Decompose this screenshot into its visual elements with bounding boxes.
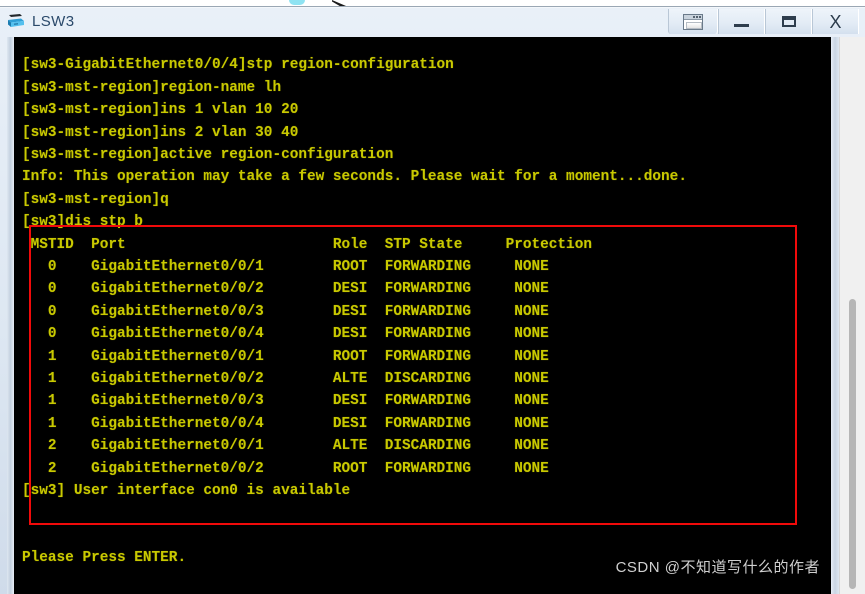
- terminal-right-bevel: [831, 37, 839, 594]
- top-cutoff-artifact: [0, 0, 865, 7]
- window-title: LSW3: [32, 12, 75, 30]
- window-titlebar[interactable]: LSW3 X: [0, 8, 865, 37]
- terminal-console[interactable]: [sw3-GigabitEthernet0/0/4]stp region-con…: [14, 37, 838, 594]
- minimize-icon: [734, 24, 749, 27]
- vertical-scrollbar[interactable]: [839, 37, 865, 594]
- terminal-left-bevel: [7, 37, 14, 594]
- watermark-text: CSDN @不知道写什么的作者: [615, 559, 820, 576]
- close-icon: X: [829, 11, 842, 32]
- close-button[interactable]: X: [812, 9, 859, 34]
- window-controls: X: [668, 9, 859, 37]
- switch-icon: [6, 11, 26, 31]
- restore-button[interactable]: [668, 9, 718, 34]
- terminal-output: [sw3-GigabitEthernet0/0/4]stp region-con…: [22, 57, 687, 567]
- lsw3-window: LSW3 X [sw3-GigabitEthernet0/0/4]stp reg…: [0, 7, 865, 594]
- maximize-icon: [781, 16, 796, 27]
- cyan-fragment-icon: [289, 0, 305, 5]
- restore-icon: [683, 13, 703, 30]
- screenshot-root: LSW3 X [sw3-GigabitEthernet0/0/4]stp reg…: [0, 0, 865, 594]
- titlebar-left-group: LSW3: [6, 11, 74, 31]
- minimize-button[interactable]: [718, 9, 765, 34]
- maximize-button[interactable]: [765, 9, 812, 34]
- restore-icon-bar: [684, 14, 702, 20]
- restore-icon-page: [686, 21, 702, 29]
- scrollbar-thumb[interactable]: [849, 299, 856, 589]
- terminal-frame: [sw3-GigabitEthernet0/0/4]stp region-con…: [7, 37, 858, 594]
